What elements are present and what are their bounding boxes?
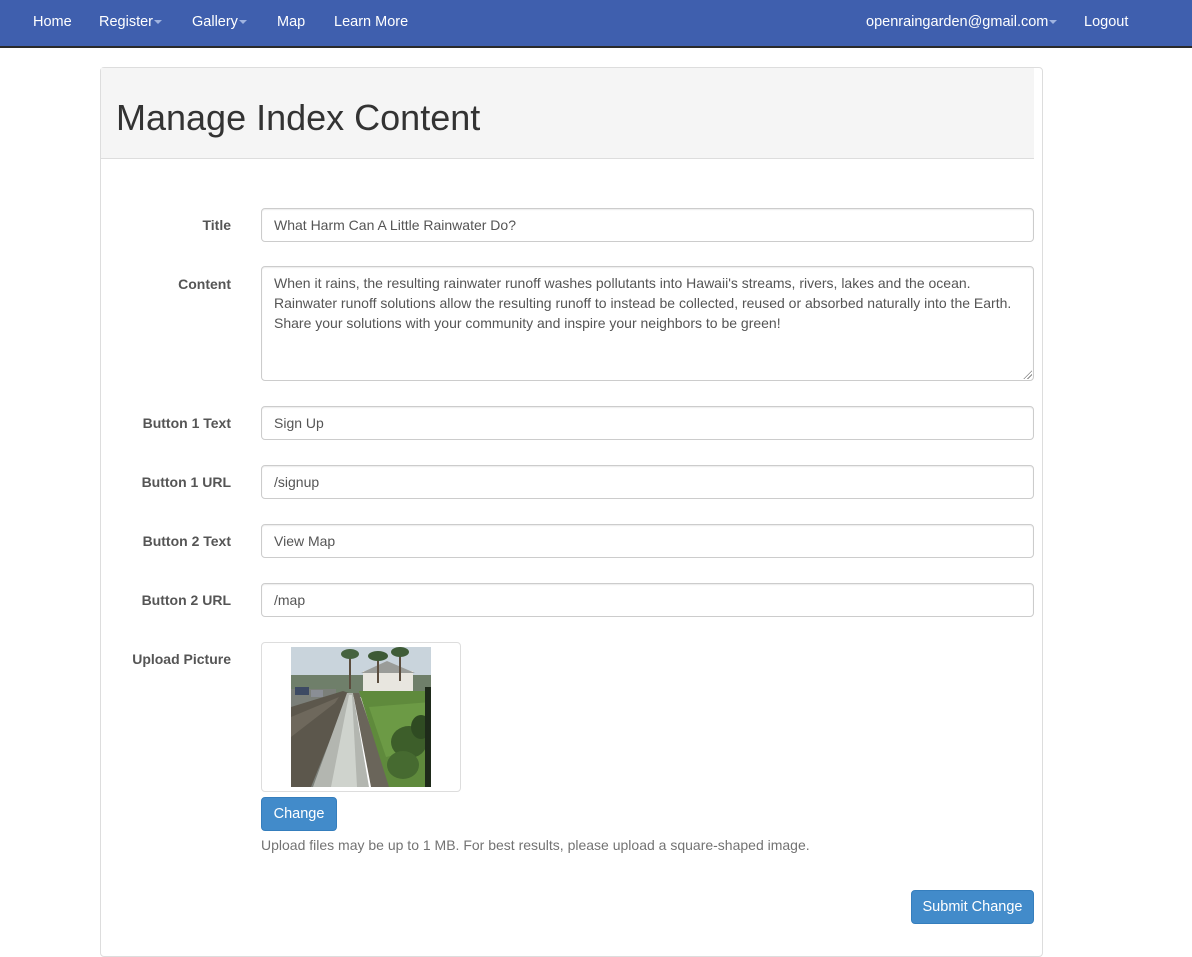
content-label: Content [178, 276, 231, 292]
nav-gallery-dropdown[interactable]: Gallery [192, 0, 247, 46]
nav-logout-link[interactable]: Logout [1084, 0, 1128, 46]
nav-gallery-label: Gallery [192, 14, 238, 30]
upload-picture-label: Upload Picture [132, 651, 231, 667]
title-input[interactable]: What Harm Can A Little Rainwater Do? [261, 208, 1034, 242]
panel-heading: Manage Index Content [101, 68, 1034, 159]
nav-user-email: openraingarden@gmail.com [866, 14, 1049, 30]
caret-down-icon [238, 20, 247, 25]
caret-down-icon [1049, 20, 1058, 25]
top-navbar: Home Register Gallery Map Learn More ope… [0, 0, 1192, 48]
manage-content-panel: Manage Index Content [100, 67, 1043, 957]
nav-register-dropdown[interactable]: Register [99, 0, 162, 46]
nav-home-link[interactable]: Home [33, 0, 72, 46]
content-text: When it rains, the resulting rainwater r… [274, 275, 1012, 331]
picture-thumbnail [261, 642, 461, 792]
submit-change-button[interactable]: Submit Change [911, 890, 1034, 924]
upload-help-text: Upload files may be up to 1 MB. For best… [261, 837, 810, 853]
page-title: Manage Index Content [116, 97, 481, 138]
button1-text-input[interactable]: Sign Up [261, 406, 1034, 440]
rainwater-channel-photo [291, 647, 431, 787]
button1-url-label: Button 1 URL [141, 474, 231, 490]
button1-text-label: Button 1 Text [142, 415, 231, 431]
button2-url-label: Button 2 URL [141, 592, 231, 608]
nav-register-label: Register [99, 14, 153, 30]
caret-down-icon [154, 20, 162, 25]
resize-grip-icon[interactable] [1023, 370, 1032, 379]
content-textarea[interactable]: When it rains, the resulting rainwater r… [261, 266, 1034, 381]
button2-text-input[interactable]: View Map [261, 524, 1034, 558]
button2-text-label: Button 2 Text [142, 533, 231, 549]
nav-learn-more-link[interactable]: Learn More [334, 0, 408, 46]
nav-map-link[interactable]: Map [277, 0, 305, 46]
nav-user-dropdown[interactable]: openraingarden@gmail.com [866, 0, 1058, 46]
button1-url-input[interactable]: /signup [261, 465, 1034, 499]
title-label: Title [202, 217, 231, 233]
button2-url-input[interactable]: /map [261, 583, 1034, 617]
change-picture-button[interactable]: Change [261, 797, 337, 831]
